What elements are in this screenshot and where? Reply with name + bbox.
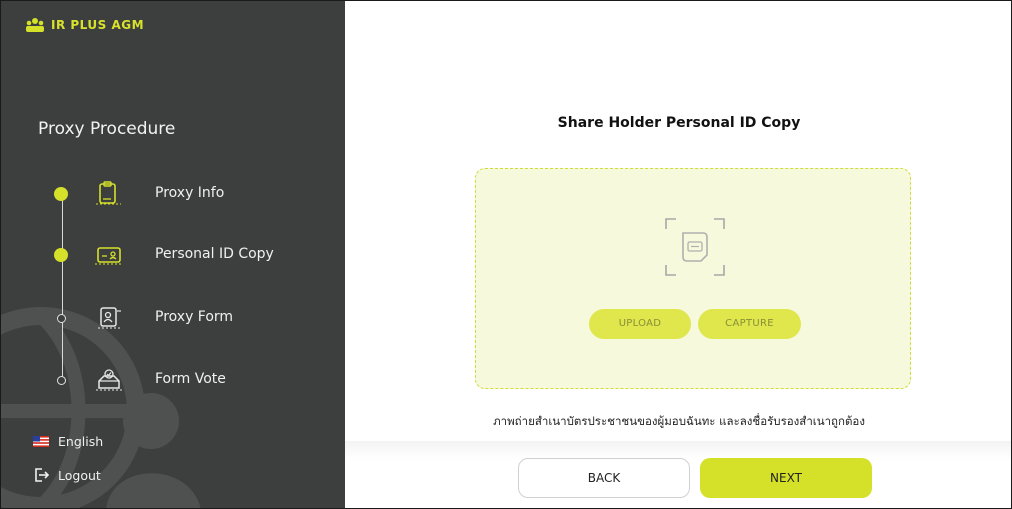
next-button[interactable]: NEXT	[700, 458, 872, 498]
step-proxy-form[interactable]: Proxy Form	[1, 305, 345, 335]
sidebar: IR PLUS AGM Proxy Procedure Proxy Info P…	[1, 1, 345, 508]
id-card-icon	[95, 247, 123, 265]
language-label: English	[58, 434, 104, 449]
upload-instruction-text: ภาพถ่ายสำเนาบัตรประชาชนของผู้มอบฉันทะ แล…	[493, 414, 865, 428]
step-label: Personal ID Copy	[155, 246, 274, 262]
logout-button[interactable]: Logout	[33, 467, 101, 483]
step-label: Proxy Form	[155, 309, 234, 325]
back-button[interactable]: BACK	[518, 458, 690, 498]
brand-logo[interactable]: IR PLUS AGM	[25, 17, 144, 33]
sidebar-title: Proxy Procedure	[38, 119, 176, 139]
step-timeline	[62, 193, 63, 379]
step-proxy-info[interactable]: Proxy Info	[1, 181, 345, 211]
meeting-logo-icon	[26, 18, 44, 32]
ballot-box-icon	[96, 369, 122, 391]
page-title: Share Holder Personal ID Copy	[557, 115, 801, 131]
capture-button[interactable]: CAPTURE	[698, 309, 801, 339]
language-selector[interactable]: English	[33, 434, 103, 449]
step-status-dot	[54, 248, 68, 262]
clipboard-icon	[96, 181, 121, 205]
logout-label: Logout	[58, 467, 101, 483]
step-status-dot	[57, 376, 66, 385]
user-form-icon	[98, 307, 121, 329]
main-panel: Share Holder Personal ID Copy UPLOAD CAP…	[345, 1, 1011, 508]
us-flag-icon	[33, 436, 49, 447]
step-form-vote[interactable]: Form Vote	[1, 367, 345, 397]
brand-name: IR PLUS AGM	[51, 18, 145, 32]
app-window: IR PLUS AGM Proxy Procedure Proxy Info P…	[0, 0, 1012, 509]
scan-id-document-icon	[665, 218, 725, 276]
step-status-dot	[57, 314, 66, 323]
logout-icon	[35, 468, 49, 482]
step-label: Proxy Info	[155, 185, 225, 201]
step-personal-id-copy[interactable]: Personal ID Copy	[1, 242, 345, 272]
upload-button[interactable]: UPLOAD	[589, 309, 691, 339]
step-status-dot	[54, 187, 68, 201]
id-upload-dropzone[interactable]: UPLOAD CAPTURE	[475, 168, 911, 389]
step-label: Form Vote	[155, 371, 226, 387]
